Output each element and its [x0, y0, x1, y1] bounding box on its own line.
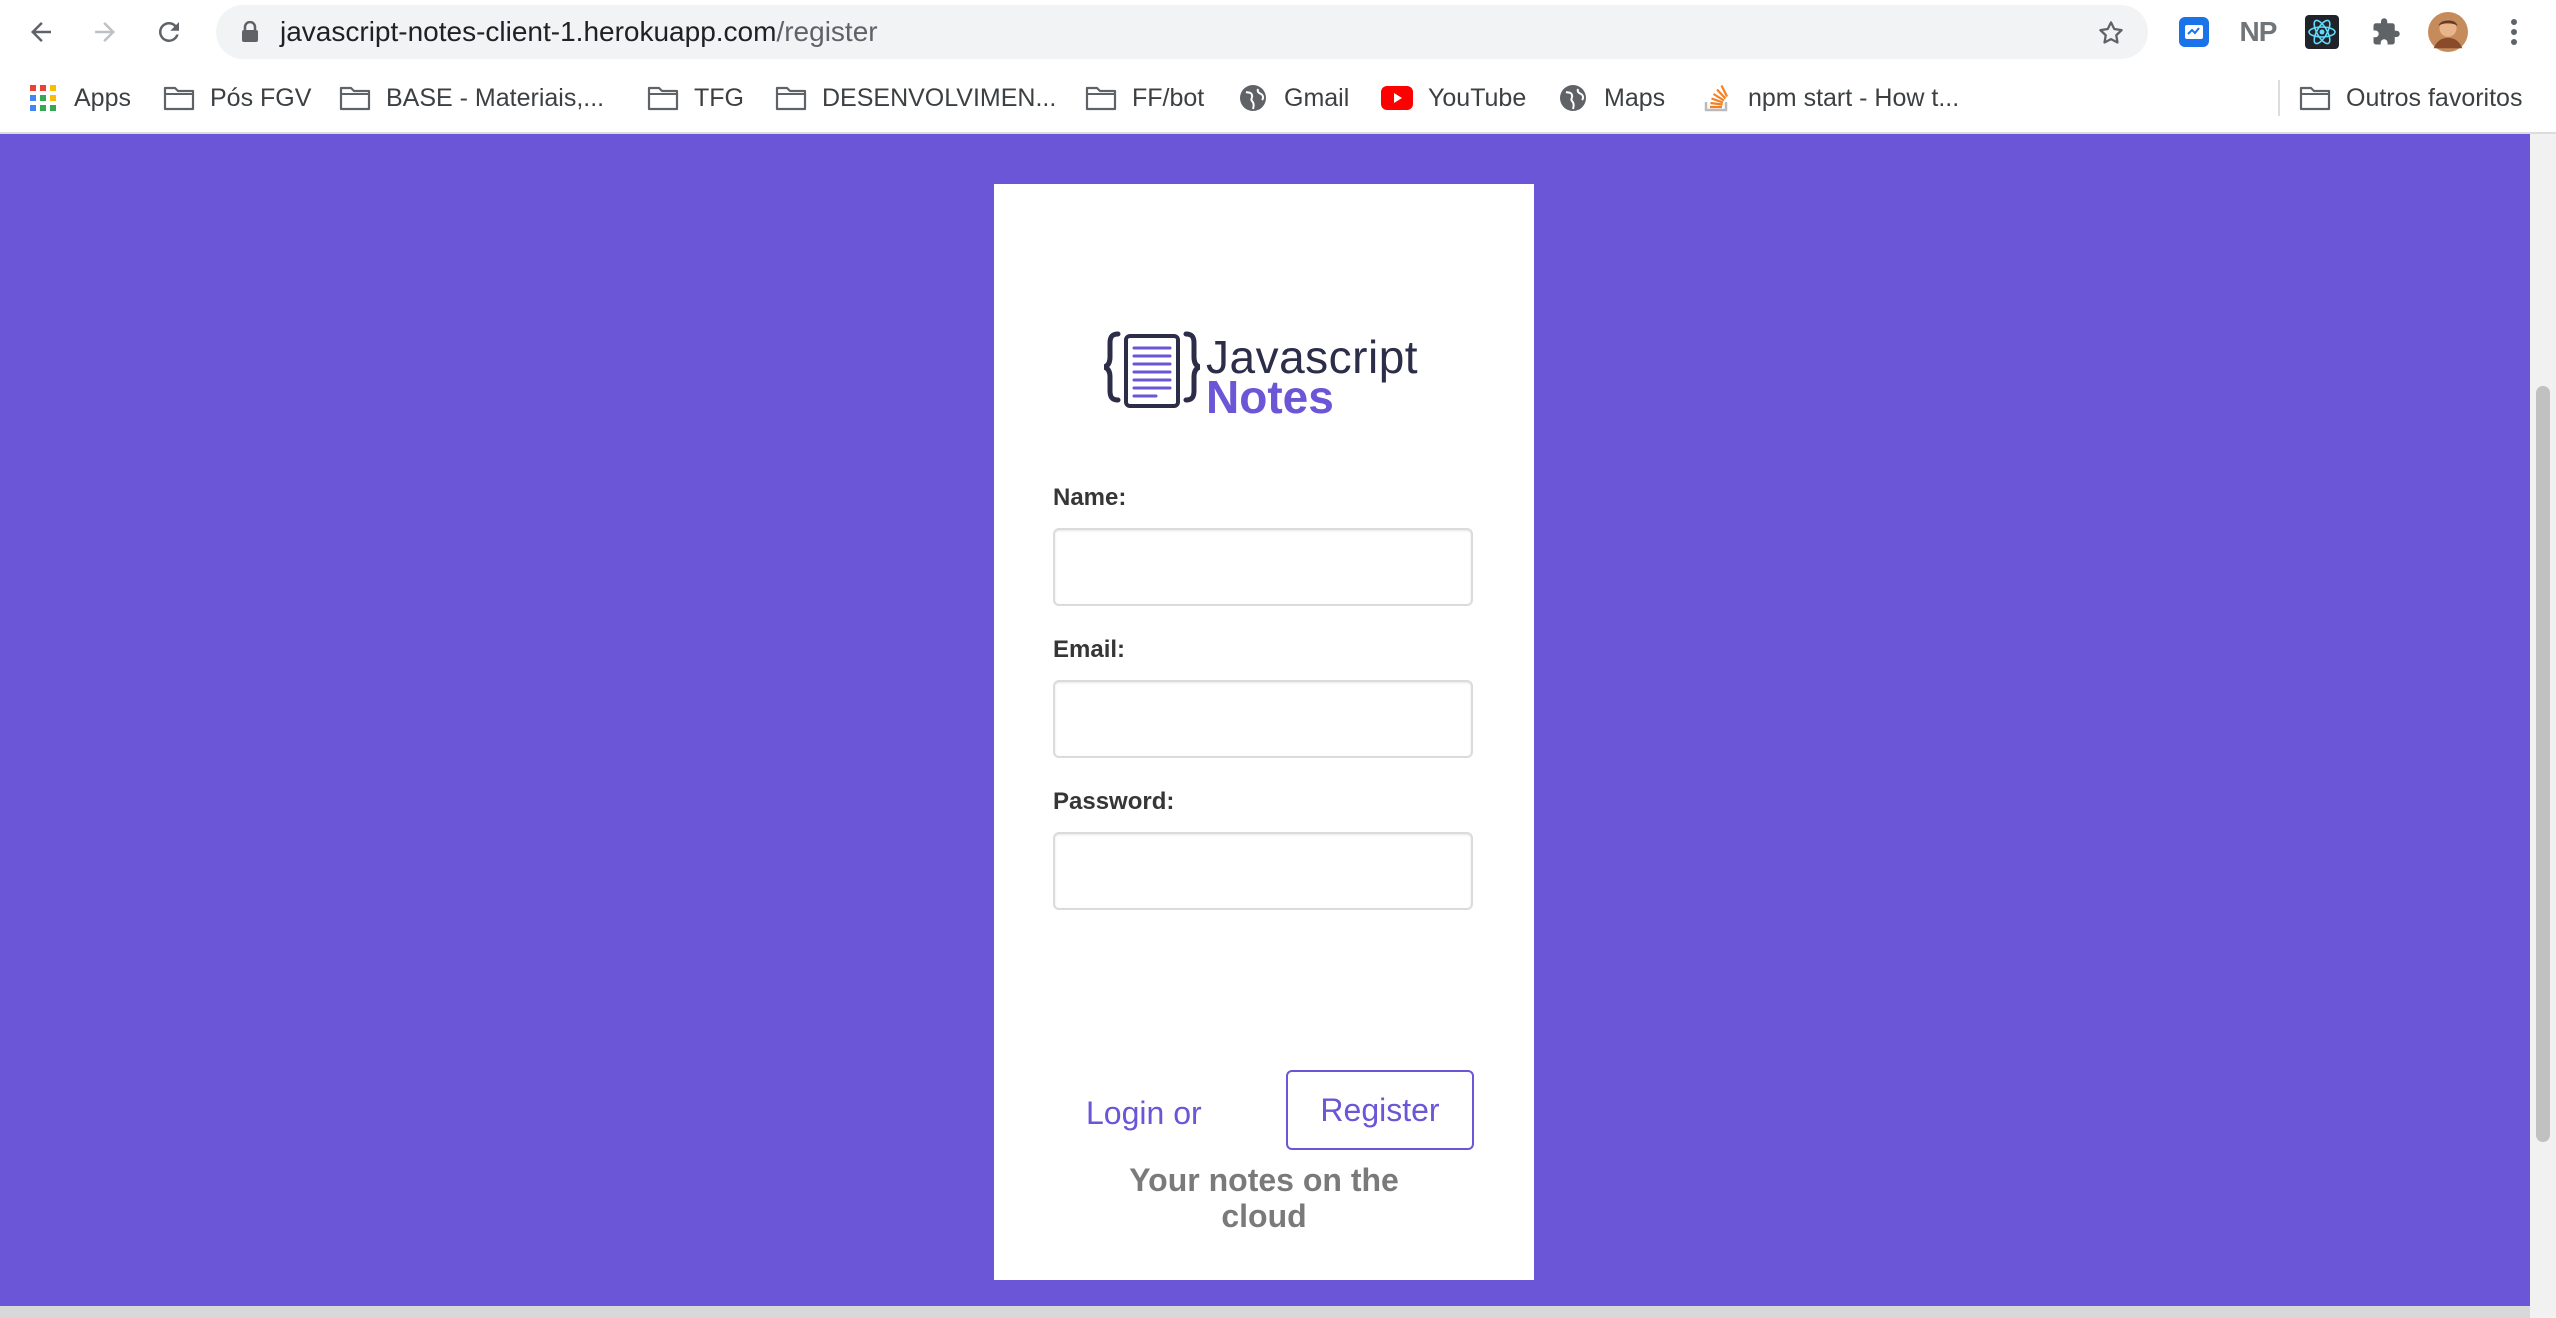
bookmark-label: npm start - How t... [1748, 83, 1960, 112]
register-button[interactable]: Register [1286, 1070, 1474, 1150]
menu-kebab-icon[interactable] [2494, 12, 2534, 52]
globe-icon [1236, 81, 1270, 115]
name-label: Name: [1053, 484, 1127, 511]
bookmark-desenvolvimento[interactable]: DESENVOLVIMEN... [774, 78, 1056, 118]
bookmark-pos-fgv[interactable]: Pós FGV [162, 78, 311, 118]
bookmarks-separator [2278, 80, 2280, 116]
bookmark-npm-start[interactable]: npm start - How t... [1700, 78, 1959, 118]
scrollbar-thumb[interactable] [2536, 386, 2550, 1142]
password-input[interactable] [1053, 832, 1473, 910]
stackoverflow-icon [1700, 81, 1734, 115]
folder-icon [2298, 81, 2332, 115]
address-bar[interactable]: javascript-notes-client-1.herokuapp.com/… [216, 5, 2148, 59]
bookmark-gmail[interactable]: Gmail [1236, 78, 1349, 118]
bookmark-ff-bot[interactable]: FF/bot [1084, 78, 1204, 118]
bookmark-label: YouTube [1428, 83, 1527, 112]
name-input[interactable] [1053, 528, 1473, 606]
notes-logo-icon [1104, 331, 1200, 408]
javascript-notes-logo: Javascript Notes [1104, 328, 1434, 423]
bookmarks-bar: Apps Pós FGV BASE - Materiais,... TFG DE… [0, 64, 2556, 134]
apps-grid-icon [26, 81, 60, 115]
page-background: Javascript Notes Name: Email: Password: … [0, 134, 2530, 1318]
bookmark-maps[interactable]: Maps [1556, 78, 1665, 118]
bookmark-apps[interactable]: Apps [26, 78, 131, 118]
browser-toolbar: javascript-notes-client-1.herokuapp.com/… [0, 0, 2556, 64]
lock-icon [242, 21, 258, 42]
react-devtools-icon[interactable] [2302, 12, 2342, 52]
back-button[interactable] [17, 8, 65, 56]
url-text: javascript-notes-client-1.herokuapp.com/… [280, 18, 878, 46]
bookmark-tfg[interactable]: TFG [646, 78, 744, 118]
bookmark-label: Apps [74, 83, 131, 112]
bookmark-label: Maps [1604, 83, 1666, 112]
register-card: Javascript Notes Name: Email: Password: … [994, 184, 1534, 1280]
folder-icon [338, 81, 372, 115]
youtube-icon [1380, 81, 1414, 115]
folder-icon [1084, 81, 1118, 115]
folder-icon [162, 81, 196, 115]
bookmark-label: Outros favoritos [2346, 83, 2523, 112]
logo-text-notes: Notes [1206, 371, 1334, 423]
folder-icon [646, 81, 680, 115]
bookmark-youtube[interactable]: YouTube [1380, 78, 1526, 118]
tagline: Your notes on the cloud [1129, 1162, 1399, 1234]
arrow-left-icon [31, 22, 51, 42]
email-input[interactable] [1053, 680, 1473, 758]
url-host: javascript-notes-client-1.herokuapp.com [280, 16, 777, 47]
bookmark-base-materiais[interactable]: BASE - Materiais,... [338, 78, 604, 118]
np-extension-icon[interactable]: NP [2238, 12, 2278, 52]
email-label: Email: [1053, 636, 1126, 663]
bookmark-label: BASE - Materiais,... [386, 83, 605, 112]
bookmark-label: DESENVOLVIMEN... [822, 83, 1057, 112]
bookmark-label: Pós FGV [210, 83, 312, 112]
bookmark-label: FF/bot [1132, 83, 1205, 112]
puzzle-icon[interactable] [2366, 12, 2406, 52]
reload-button[interactable] [145, 8, 193, 56]
reload-icon [158, 21, 179, 42]
bookmark-label: Gmail [1284, 83, 1350, 112]
globe-icon [1556, 81, 1590, 115]
profile-avatar[interactable] [2428, 12, 2468, 52]
bookmark-star-icon[interactable] [2096, 18, 2126, 48]
login-link[interactable]: Login or [1086, 1095, 1202, 1132]
bookmark-label: TFG [694, 83, 744, 112]
forward-button[interactable] [81, 8, 129, 56]
url-path: /register [776, 16, 878, 47]
folder-icon [774, 81, 808, 115]
bookmark-outros-favoritos[interactable]: Outros favoritos [2298, 78, 2522, 118]
extension-1-icon[interactable] [2174, 12, 2214, 52]
password-label: Password: [1053, 788, 1175, 815]
arrow-right-icon [95, 22, 115, 42]
footer-strip [0, 1306, 2530, 1318]
